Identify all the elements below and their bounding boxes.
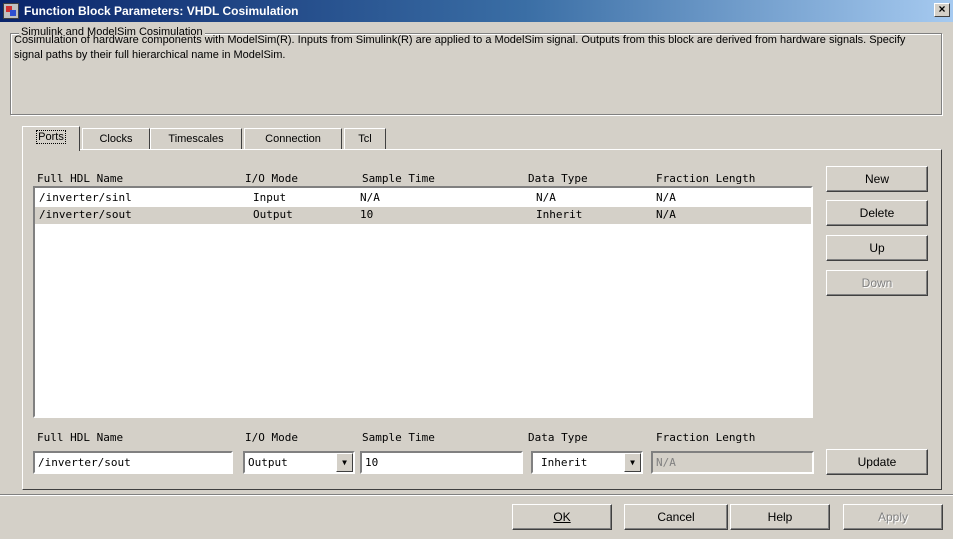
tab-label: Tcl — [358, 133, 372, 145]
help-label: Help — [767, 510, 793, 524]
footer-separator — [0, 494, 953, 496]
apply-label: Apply — [877, 510, 909, 524]
editor-label-fraction-length: Fraction Length — [656, 431, 756, 444]
ok-button[interactable]: OK — [512, 504, 612, 530]
tab-label: Clocks — [99, 133, 133, 145]
full-hdl-name-input[interactable]: /inverter/sout — [33, 451, 233, 474]
help-button[interactable]: Help — [730, 504, 830, 530]
fraction-length-input: N/A — [651, 451, 814, 474]
row-name: /inverter/sout — [39, 208, 132, 221]
row-fraction-length: N/A — [656, 191, 676, 204]
row-data-type: N/A — [536, 191, 556, 204]
row-sample-time: 10 — [360, 208, 374, 221]
row-fraction-length: N/A — [656, 208, 676, 221]
dropdown-arrow-icon[interactable]: ▼ — [336, 453, 353, 472]
window-title: Function Block Parameters: VHDL Cosimula… — [24, 4, 299, 18]
tab-timescales[interactable]: Timescales — [150, 128, 242, 150]
column-header-sample-time: Sample Time — [362, 172, 435, 185]
data-type-value: Inherit — [541, 456, 588, 469]
groupbox-description: Cosimulation of hardware components with… — [14, 34, 906, 61]
column-header-data-type: Data Type — [528, 172, 588, 185]
dropdown-arrow-icon[interactable]: ▼ — [624, 453, 641, 472]
apply-button[interactable]: Apply — [843, 504, 943, 530]
row-data-type: Inherit — [536, 208, 583, 221]
tab-label: Ports — [36, 130, 66, 144]
column-header-fraction-length: Fraction Length — [656, 172, 756, 185]
row-name: /inverter/sinl — [39, 191, 132, 204]
ports-list[interactable]: /inverter/sinl Input N/A N/A N/A /invert… — [33, 186, 813, 418]
tab-tcl[interactable]: Tcl — [344, 128, 386, 150]
ok-label: OK — [553, 510, 571, 524]
editor-label-full-hdl-name: Full HDL Name — [37, 431, 124, 444]
io-mode-value: Output — [248, 456, 288, 469]
editor-label-sample-time: Sample Time — [362, 431, 435, 444]
down-button[interactable]: Down — [826, 270, 928, 296]
editor-label-io-mode: I/O Mode — [245, 431, 298, 444]
up-button[interactable]: Up — [826, 235, 928, 261]
tab-connection[interactable]: Connection — [244, 128, 342, 150]
title-bar[interactable]: Function Block Parameters: VHDL Cosimula… — [0, 0, 953, 22]
tab-clocks[interactable]: Clocks — [82, 128, 150, 150]
editor-label-data-type: Data Type — [528, 431, 588, 444]
row-sample-time: N/A — [360, 191, 380, 204]
tab-label: Connection — [265, 133, 321, 145]
data-type-select[interactable]: Inherit ▼ — [531, 451, 643, 474]
sample-time-input[interactable]: 10 — [360, 451, 523, 474]
tab-ports[interactable]: Ports — [22, 126, 80, 151]
row-mode: Input — [253, 191, 287, 204]
update-button[interactable]: Update — [826, 449, 928, 475]
io-mode-select[interactable]: Output ▼ — [243, 451, 355, 474]
row-mode: Output — [253, 208, 293, 221]
column-header-io-mode: I/O Mode — [245, 172, 298, 185]
cancel-label: Cancel — [657, 510, 695, 524]
close-icon: × — [938, 2, 946, 16]
tab-label: Timescales — [168, 133, 224, 145]
cancel-button[interactable]: Cancel — [624, 504, 728, 530]
column-header-full-hdl-name: Full HDL Name — [37, 172, 124, 185]
table-row[interactable]: /inverter/sinl Input N/A N/A N/A — [35, 190, 811, 207]
table-row-selected[interactable]: /inverter/sout Output 10 Inherit N/A — [35, 207, 811, 224]
simulink-app-icon — [3, 3, 19, 19]
new-button[interactable]: New — [826, 166, 928, 192]
delete-button[interactable]: Delete — [826, 200, 928, 226]
close-button[interactable]: × — [934, 3, 950, 17]
